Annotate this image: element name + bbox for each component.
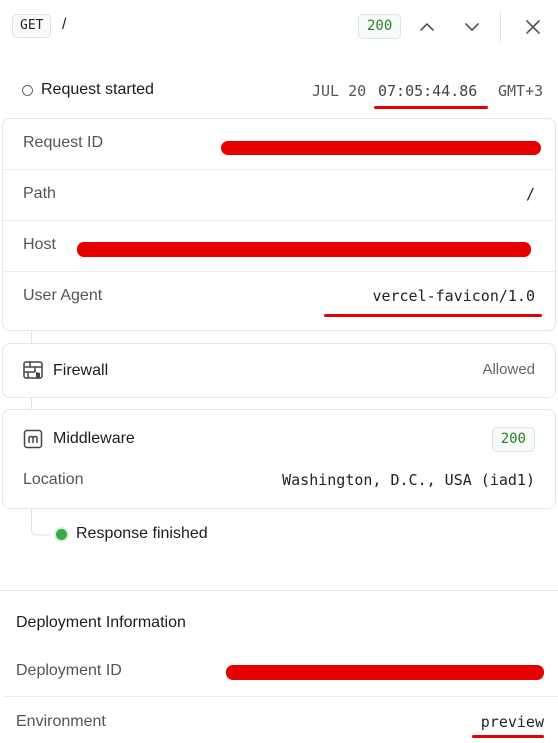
detail-row-user-agent: User Agent vercel-favicon/1.0 <box>3 272 555 323</box>
redacted-value <box>221 141 541 155</box>
deployment-label: Deployment ID <box>16 662 122 679</box>
request-started-label: Request started <box>41 81 154 98</box>
detail-row-path: Path / <box>3 170 555 221</box>
detail-label: Request ID <box>23 134 104 151</box>
chevron-down-icon <box>465 23 479 31</box>
close-button[interactable] <box>520 14 546 40</box>
location-label: Location <box>23 471 84 488</box>
response-finished-event: Response finished <box>56 525 208 543</box>
middleware-title: Middleware <box>53 430 135 447</box>
detail-label: Path <box>23 185 56 202</box>
detail-label: Host <box>23 236 56 253</box>
redacted-value <box>226 665 544 680</box>
detail-value: vercel-favicon/1.0 <box>372 287 535 305</box>
pending-circle-icon <box>22 84 33 96</box>
header-divider <box>500 12 501 42</box>
detail-row-request-id: Request ID <box>3 119 555 170</box>
annotation-underline <box>374 106 488 109</box>
detail-label: User Agent <box>23 287 103 304</box>
redacted-value <box>77 242 531 257</box>
success-dot-icon <box>56 528 67 540</box>
http-method-badge: GET <box>12 14 52 38</box>
location-value: Washington, D.C., USA (iad1) <box>282 471 535 489</box>
timeline-connector <box>31 331 32 343</box>
annotation-underline <box>472 735 544 738</box>
firewall-title: Firewall <box>53 362 109 379</box>
response-finished-label: Response finished <box>76 525 208 542</box>
middleware-m-icon <box>23 429 43 449</box>
detail-value: / <box>525 185 535 203</box>
request-started-event: Request started <box>22 81 154 99</box>
section-divider <box>0 590 558 591</box>
request-path: / <box>62 16 67 33</box>
timeline-connector <box>31 509 51 536</box>
firewall-status: Allowed <box>482 361 535 378</box>
timestamp-timezone: GMT+3 <box>498 82 544 100</box>
chevron-up-icon <box>420 23 434 31</box>
previous-log-button[interactable] <box>414 14 440 40</box>
middleware-status-badge: 200 <box>491 427 535 452</box>
timestamp-date: JUL 20 <box>312 82 367 100</box>
deployment-section-title: Deployment Information <box>16 614 186 631</box>
timestamp-time: 07:05:44.86 <box>378 82 478 100</box>
deployment-row-id: Deployment ID <box>4 647 558 697</box>
annotation-underline <box>324 314 542 317</box>
next-log-button[interactable] <box>459 14 485 40</box>
status-code-badge: 200 <box>358 14 402 39</box>
request-details-card: Request ID Path / Host User Agent vercel… <box>2 118 556 331</box>
close-icon <box>526 20 540 34</box>
log-detail-header: GET / 200 <box>0 0 558 54</box>
firewall-grid-icon <box>23 361 43 379</box>
deployment-row-environment: Environment preview <box>4 698 558 743</box>
deployment-label: Environment <box>16 713 106 730</box>
environment-value: preview <box>480 713 544 731</box>
detail-row-host: Host <box>3 221 555 272</box>
firewall-step-card[interactable]: Firewall Allowed <box>2 343 556 398</box>
middleware-step-card[interactable]: Middleware 200 Location Washington, D.C.… <box>2 409 556 509</box>
